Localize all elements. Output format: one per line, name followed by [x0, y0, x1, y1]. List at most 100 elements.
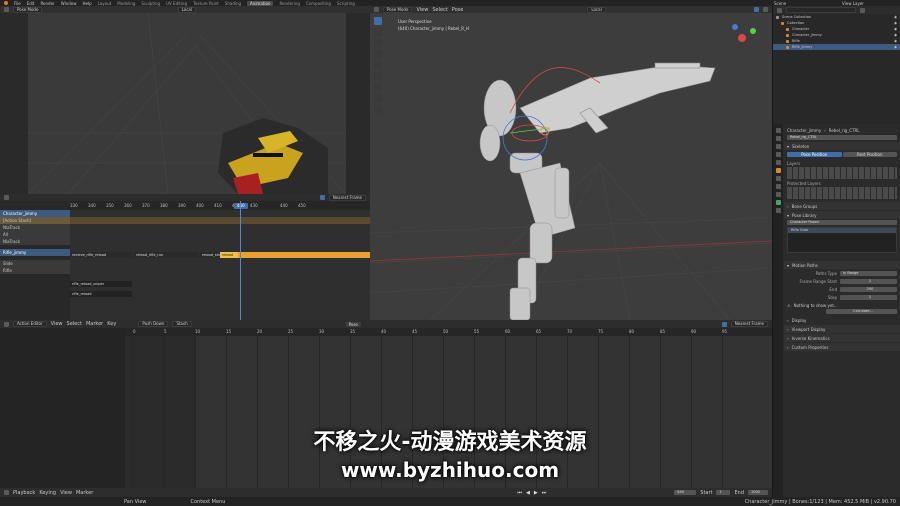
pose-library-header[interactable]: ▾ Pose Library: [784, 211, 900, 219]
shading-solid-icon[interactable]: [763, 7, 768, 12]
armature-data-field[interactable]: Rebel_rig_CTRL: [787, 135, 897, 140]
tab-sculpting[interactable]: Sculpting: [141, 1, 160, 6]
tab-rendering[interactable]: Rendering: [279, 1, 299, 6]
scene-selector[interactable]: Scene: [774, 1, 786, 6]
bone-groups-header[interactable]: › Bone Groups: [784, 202, 900, 210]
visibility-eye-icon[interactable]: ◉: [894, 21, 897, 25]
menu-render[interactable]: Render: [40, 1, 54, 6]
play-reverse-icon[interactable]: ◀: [526, 490, 530, 496]
tool-tab-icon[interactable]: [775, 128, 781, 133]
tab-modeling[interactable]: Modeling: [117, 1, 135, 6]
tab-animation[interactable]: Animation: [247, 0, 274, 6]
editor-type-icon[interactable]: [4, 7, 9, 12]
timeline-editor-type-icon[interactable]: [4, 490, 9, 495]
nla-strip-rifle-reload[interactable]: rifle_reload: [70, 291, 132, 297]
scale-tool-icon[interactable]: [374, 61, 382, 69]
jump-end-icon[interactable]: ⏭: [542, 490, 547, 496]
nla-track-stash[interactable]: [Action Stash]: [0, 217, 70, 224]
action-menu-select[interactable]: Select: [67, 321, 82, 327]
visibility-eye-icon[interactable]: ◉: [894, 39, 897, 43]
visibility-eye-icon[interactable]: ◉: [894, 45, 897, 49]
nla-strip-rifle-reload-sniper[interactable]: rifle_reload_sniper: [70, 281, 132, 287]
viewport-menu-view[interactable]: View: [416, 7, 428, 13]
menu-edit[interactable]: Edit: [27, 1, 35, 6]
blender-logo-icon[interactable]: [4, 1, 8, 5]
outliner-type-icon[interactable]: [777, 7, 782, 13]
outliner-filter-icon[interactable]: [860, 7, 865, 13]
nla-track-all[interactable]: All: [0, 231, 70, 238]
object-tab-icon[interactable]: [775, 168, 781, 173]
pose-list[interactable]: Rifle Grab: [787, 227, 897, 253]
scene-tab-icon[interactable]: [775, 152, 781, 157]
layers-grid[interactable]: [787, 167, 897, 179]
navigation-gizmo[interactable]: [725, 21, 759, 55]
action-filter-icon[interactable]: [721, 321, 727, 327]
timeline-start-field[interactable]: 1: [716, 490, 731, 495]
viewport-3d[interactable]: User Perspective (640) Character_jimmy |…: [370, 13, 772, 320]
camera-orientation-dropdown[interactable]: Local: [177, 6, 196, 13]
custom-properties-header[interactable]: › Custom Properties: [784, 343, 900, 351]
camera-mode-dropdown[interactable]: Pose Mode: [13, 6, 43, 13]
menu-window[interactable]: Window: [61, 1, 77, 6]
viewport-editor-type-icon[interactable]: [374, 7, 379, 12]
visibility-eye-icon[interactable]: ◉: [894, 15, 897, 19]
overlay-icon[interactable]: [754, 7, 759, 12]
frame-end-field[interactable]: 250: [840, 286, 897, 292]
constraint-tab-icon[interactable]: [775, 192, 781, 197]
timeline-current-frame[interactable]: 640: [674, 490, 697, 495]
nla-strip-recieve-rifle-reload[interactable]: recieve_rifle_reload: [70, 252, 132, 258]
action-menu-marker[interactable]: Marker: [86, 321, 103, 327]
viewport-mode-dropdown[interactable]: Pose Mode: [383, 6, 413, 13]
tab-shading[interactable]: Shading: [225, 1, 241, 6]
pose-position-button[interactable]: Pose Position: [787, 152, 842, 157]
visibility-eye-icon[interactable]: ◉: [894, 27, 897, 31]
nla-strip-reload-rifle-run[interactable]: reload_rifle_run: [134, 252, 199, 258]
tab-uv-editing[interactable]: UV Editing: [166, 1, 187, 6]
nla-strip-active[interactable]: reload: [220, 252, 238, 258]
frame-range-start-field[interactable]: 1: [840, 278, 897, 284]
timeline-menu-marker[interactable]: Marker: [76, 490, 93, 496]
viewport-menu-pose[interactable]: Pose: [452, 7, 464, 13]
annotate-tool-icon[interactable]: [374, 83, 382, 91]
pose-filter-button[interactable]: Pose: [345, 321, 361, 327]
step-field[interactable]: 1: [840, 294, 897, 300]
modifier-tab-icon[interactable]: [775, 176, 781, 181]
nla-track-nlatrack-1[interactable]: NlaTrack: [0, 224, 70, 231]
action-menu-key[interactable]: Key: [107, 321, 116, 327]
display-subpanel[interactable]: › Display: [784, 316, 900, 324]
action-editor-type-icon[interactable]: [4, 321, 9, 327]
output-tab-icon[interactable]: [775, 144, 781, 149]
play-icon[interactable]: ▶: [534, 490, 538, 496]
nla-strip-active-orange[interactable]: [220, 252, 370, 258]
timeline-menu-playback[interactable]: Playback: [13, 490, 35, 496]
action-editor-mode-dropdown[interactable]: Action Editor: [13, 321, 47, 327]
push-down-button[interactable]: Push Down: [138, 321, 169, 327]
transform-tool-icon[interactable]: [374, 72, 382, 80]
tab-scripting[interactable]: Scripting: [337, 1, 355, 6]
bone-tab-icon[interactable]: [775, 208, 781, 213]
view-layer-selector[interactable]: View Layer: [842, 1, 864, 6]
rotate-tool-icon[interactable]: [374, 50, 382, 58]
armature-data-tab-icon[interactable]: [775, 200, 781, 205]
pose-list-item[interactable]: Rifle Grab: [788, 228, 896, 233]
protected-layers-grid[interactable]: [787, 187, 897, 199]
pose-library-field[interactable]: Character Posed: [787, 220, 897, 225]
physics-tab-icon[interactable]: [775, 184, 781, 189]
render-tab-icon[interactable]: [775, 136, 781, 141]
move-tool-icon[interactable]: [374, 39, 382, 47]
timeline-end-field[interactable]: 1000: [748, 490, 768, 495]
nla-track-rifle[interactable]: Rifle_jimmy: [0, 249, 70, 256]
tab-layout[interactable]: Layout: [98, 1, 112, 6]
stash-button[interactable]: Stash: [172, 321, 192, 327]
outliner-item[interactable]: Rifle_jimmy ◉: [773, 44, 900, 50]
timeline-menu-view[interactable]: View: [60, 490, 72, 496]
tab-compositing[interactable]: Compositing: [306, 1, 331, 6]
nla-playhead[interactable]: [240, 201, 241, 320]
viewport-orientation-dropdown[interactable]: Local: [587, 6, 606, 13]
cursor-tool-icon[interactable]: [374, 28, 382, 36]
action-snap-dropdown[interactable]: Nearest Frame: [730, 321, 768, 327]
select-tool-icon[interactable]: [374, 17, 382, 25]
nla-editor-type-icon[interactable]: [4, 195, 9, 200]
rest-position-button[interactable]: Rest Position: [842, 152, 897, 157]
timeline-menu-keying[interactable]: Keying: [39, 490, 56, 496]
